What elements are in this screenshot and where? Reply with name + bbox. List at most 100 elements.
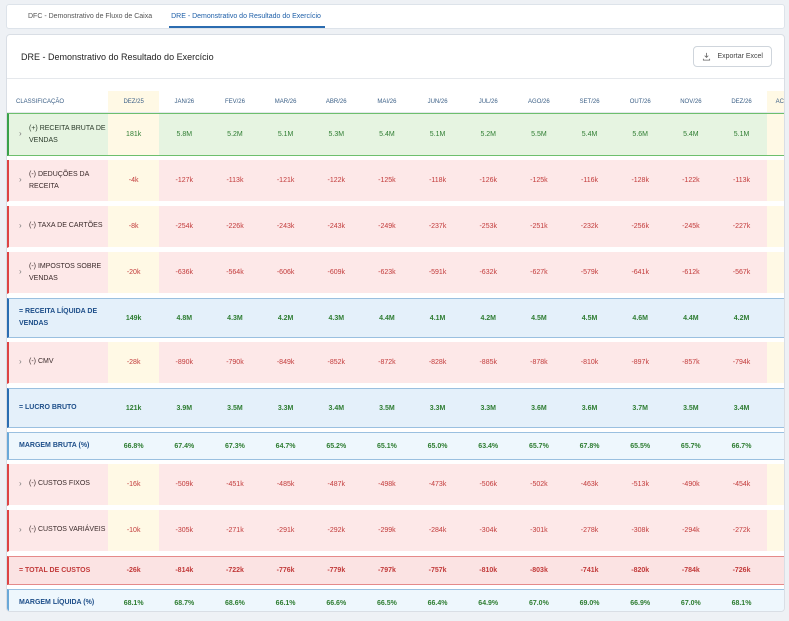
value-cell: -4k	[108, 160, 159, 202]
row-label-cell[interactable]: ›(-) DEDUÇÕES DA RECEITA	[7, 160, 109, 202]
value-cell: 66.4%	[412, 589, 463, 611]
value-cell: -463k	[564, 464, 615, 506]
value-cell: -125k	[361, 160, 413, 202]
value-cell: 5.2M	[209, 113, 261, 156]
value-cell: -292k	[310, 510, 362, 552]
value-cell: -278k	[564, 510, 615, 552]
row-label-cell[interactable]: › (-) CUSTOS VARIÁVEIS	[7, 510, 109, 552]
value-cell: -506k	[462, 464, 514, 506]
row-label-cell: MARGEM LÍQUIDA (%)	[7, 589, 109, 611]
column-header: ACU	[766, 91, 784, 113]
value-cell: -498k	[361, 464, 413, 506]
chevron-right-icon[interactable]: ›	[19, 478, 29, 490]
value-cell	[766, 298, 784, 338]
table-row[interactable]: ›(-) IMPOSTOS SOBRE VENDAS -20k -636k -564k…	[7, 252, 784, 294]
value-cell: -579k	[564, 252, 615, 294]
value-cell: -473k	[412, 464, 463, 506]
value-cell: 5.4M	[665, 113, 717, 156]
value-cell: -852k	[310, 342, 362, 384]
chevron-right-icon[interactable]: ›	[19, 220, 29, 232]
chevron-right-icon[interactable]: ›	[19, 266, 29, 278]
table-row[interactable]: › (-) CUSTOS VARIÁVEIS -10k -305k -271k -291k…	[7, 510, 784, 552]
tab-dre[interactable]: DRE - Demonstrativo do Resultado do Exer…	[166, 5, 335, 28]
value-cell: 66.5%	[361, 589, 413, 611]
row-label-cell[interactable]: ›(-) IMPOSTOS SOBRE VENDAS	[7, 252, 109, 294]
chevron-right-icon[interactable]: ›	[19, 128, 29, 140]
value-cell: -271k	[209, 510, 261, 552]
value-cell	[766, 388, 784, 428]
value-cell: 63.4%	[462, 432, 514, 460]
row-label-cell[interactable]: ›(+) RECEITA BRUTA DE VENDAS	[7, 113, 109, 156]
value-cell: 3.9M	[158, 388, 210, 428]
value-cell: 4.3M	[310, 298, 362, 338]
value-cell: -794k	[716, 342, 767, 384]
table-row: = TOTAL DE CUSTOS -26k -814k -722k -776k -779…	[7, 556, 784, 585]
value-cell: -857k	[665, 342, 717, 384]
tab-dfc[interactable]: DFC - Demonstrativo de Fluxo de Caixa	[23, 5, 166, 28]
value-cell: -810k	[564, 342, 615, 384]
value-cell: -627k	[513, 252, 565, 294]
value-cell: -294k	[665, 510, 717, 552]
value-cell: -897k	[614, 342, 666, 384]
value-cell: -128k	[614, 160, 666, 202]
value-cell: -305k	[158, 510, 210, 552]
value-cell: 64.7%	[260, 432, 311, 460]
row-label-cell: = TOTAL DE CUSTOS	[7, 556, 109, 585]
value-cell: -227k	[716, 206, 767, 248]
value-cell: 65.2%	[310, 432, 362, 460]
export-excel-button[interactable]: Exportar Excel	[693, 46, 772, 67]
value-cell: -509k	[158, 464, 210, 506]
value-cell: -127k	[158, 160, 210, 202]
value-cell: 4.8M	[158, 298, 210, 338]
row-label: (-) CUSTOS FIXOS	[29, 480, 90, 488]
row-label-cell[interactable]: › (-) TAXA DE CARTÕES	[7, 206, 109, 248]
chevron-right-icon[interactable]: ›	[19, 524, 29, 536]
row-label-cell[interactable]: › (-) CUSTOS FIXOS	[7, 464, 109, 506]
chevron-right-icon[interactable]: ›	[19, 356, 29, 368]
export-label: Exportar Excel	[717, 53, 763, 60]
value-cell: 66.8%	[108, 432, 159, 460]
value-cell: -254k	[158, 206, 210, 248]
value-cell: -10k	[108, 510, 159, 552]
value-cell: -251k	[513, 206, 565, 248]
value-cell: -299k	[361, 510, 413, 552]
row-label: = RECEITA LÍQUIDA DE VENDAS	[19, 308, 98, 327]
value-cell: -243k	[310, 206, 362, 248]
table-row[interactable]: › (-) TAXA DE CARTÕES -8k -254k -226k -243k -2…	[7, 206, 784, 248]
download-icon	[703, 52, 711, 61]
chevron-right-icon[interactable]: ›	[19, 174, 29, 186]
header-row: CLASSIFICAÇÃO DEZ/25 JAN/26 FEV/26 MAR/26 ABR…	[7, 91, 784, 113]
value-cell: -776k	[260, 556, 311, 585]
row-label-cell[interactable]: › (-) CMV	[7, 342, 109, 384]
value-cell: -308k	[614, 510, 666, 552]
value-cell: 4.1M	[412, 298, 463, 338]
value-cell: 4.2M	[260, 298, 311, 338]
value-cell: 66.7%	[716, 432, 767, 460]
value-cell: -125k	[513, 160, 565, 202]
value-cell: 5.2M	[462, 113, 514, 156]
value-cell: 65.7%	[665, 432, 717, 460]
row-label: (-) DEDUÇÕES DA RECEITA	[29, 170, 89, 190]
table-row[interactable]: › (-) CUSTOS FIXOS -16k -509k -451k -485k -487…	[7, 464, 784, 506]
column-header: ABR/26	[310, 91, 362, 113]
value-cell: -567k	[716, 252, 767, 294]
column-header: JUL/26	[462, 91, 514, 113]
value-cell: -26k	[108, 556, 159, 585]
table-row[interactable]: ›(+) RECEITA BRUTA DE VENDAS 181k 5.8M 5.2M…	[7, 113, 784, 156]
dre-table-wrap[interactable]: CLASSIFICAÇÃO DEZ/25 JAN/26 FEV/26 MAR/26 ABR…	[7, 91, 784, 611]
value-cell: 68.6%	[209, 589, 261, 611]
value-cell: 4.5M	[564, 298, 615, 338]
value-cell: -122k	[665, 160, 717, 202]
value-cell	[766, 464, 784, 506]
value-cell: -849k	[260, 342, 311, 384]
value-cell: -564k	[209, 252, 261, 294]
table-row[interactable]: ›(-) DEDUÇÕES DA RECEITA -4k -127k -113k -12…	[7, 160, 784, 202]
value-cell: 65.0%	[412, 432, 463, 460]
value-cell: -803k	[513, 556, 565, 585]
value-cell: 5.1M	[716, 113, 767, 156]
column-header: OUT/26	[614, 91, 666, 113]
value-cell: 4.5M	[513, 298, 565, 338]
column-header: MAR/26	[260, 91, 311, 113]
table-row[interactable]: › (-) CMV -28k -890k -790k -849k -852k -872k -82…	[7, 342, 784, 384]
dre-card: DRE - Demonstrativo do Resultado do Exer…	[6, 34, 785, 612]
